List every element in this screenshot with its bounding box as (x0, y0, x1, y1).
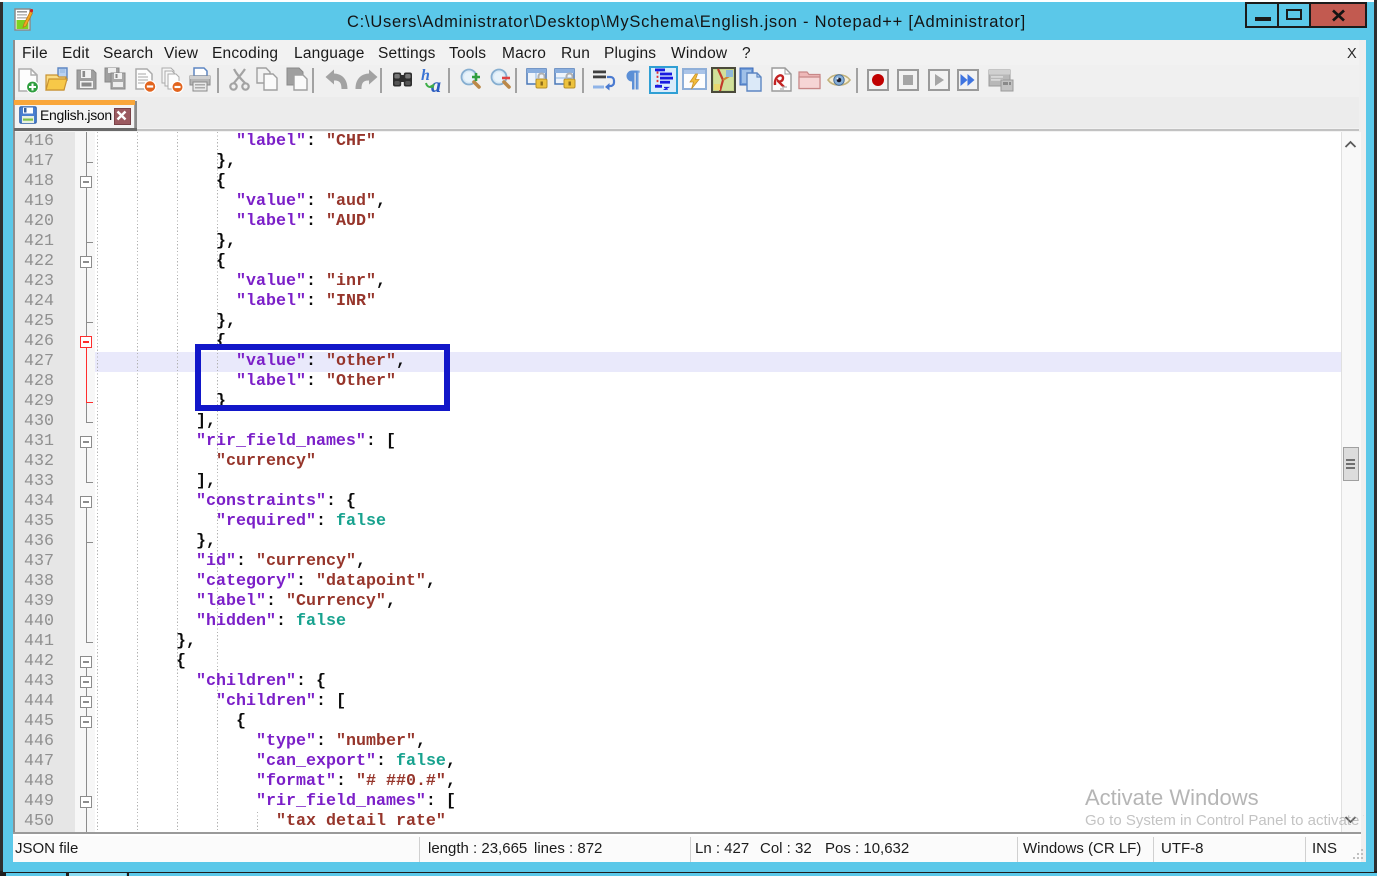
svg-text:h: h (421, 67, 430, 84)
svg-text:a: a (431, 75, 441, 93)
